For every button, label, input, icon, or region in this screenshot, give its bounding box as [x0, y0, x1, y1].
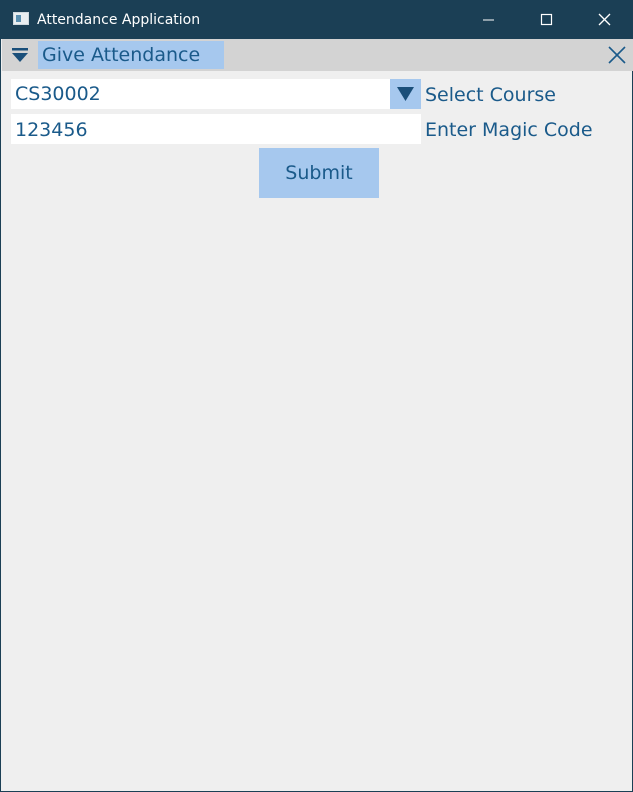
- tab-label: Give Attendance: [42, 44, 201, 66]
- select-course-label: Select Course: [425, 84, 556, 106]
- tab-give-attendance[interactable]: Give Attendance: [38, 41, 224, 69]
- submit-button[interactable]: Submit: [259, 148, 379, 198]
- app-window-icon: [13, 12, 29, 25]
- magic-code-label: Enter Magic Code: [425, 119, 593, 141]
- maximize-button[interactable]: [517, 0, 575, 39]
- app-window: Attendance Application Give Attendance C…: [0, 0, 633, 792]
- close-icon: [598, 13, 611, 26]
- tab-menu-icon[interactable]: [10, 46, 30, 66]
- tab-close-icon[interactable]: [607, 45, 627, 65]
- minimize-button[interactable]: [459, 0, 517, 39]
- course-select[interactable]: CS30002: [11, 79, 421, 109]
- tab-strip: Give Attendance: [2, 39, 633, 71]
- course-dropdown-button[interactable]: [390, 79, 421, 109]
- chevron-down-icon: [397, 87, 414, 101]
- course-select-value: CS30002: [15, 83, 101, 105]
- maximize-icon: [540, 13, 553, 26]
- minimize-icon: [483, 19, 494, 21]
- window-title: Attendance Application: [37, 12, 201, 28]
- close-button[interactable]: [576, 0, 633, 39]
- title-bar[interactable]: Attendance Application: [1, 0, 633, 39]
- magic-code-input[interactable]: [11, 114, 421, 144]
